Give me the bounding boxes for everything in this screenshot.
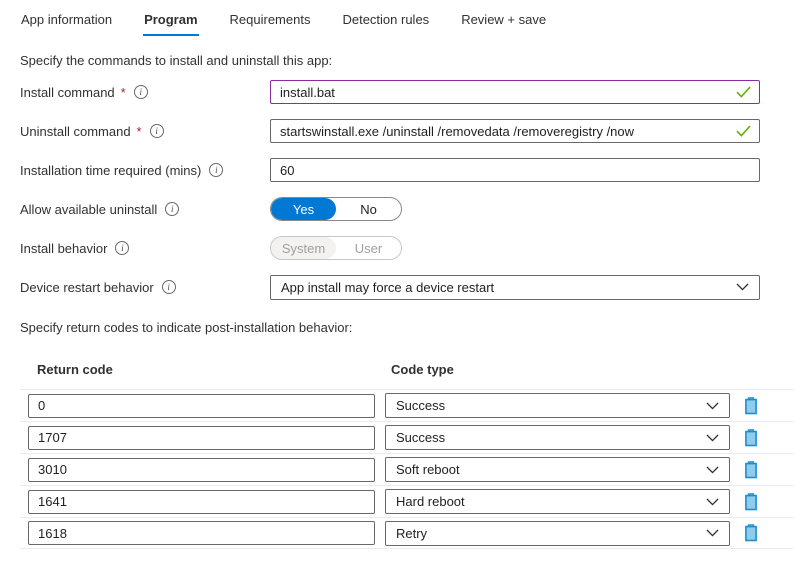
code-type-value: Success [396,430,446,445]
install-command-label: Install command * i [20,85,270,100]
device-restart-behavior-label-text: Device restart behavior [20,279,154,295]
required-marker: * [136,123,142,139]
install-behavior-control: System User [270,236,760,260]
info-icon[interactable]: i [115,241,130,255]
info-icon[interactable]: i [165,202,180,216]
uninstall-command-label: Uninstall command * i [20,124,270,139]
program-form-page: App information Program Requirements Det… [0,0,795,549]
return-codes-table: Return code Code type Success Success [20,362,793,549]
uninstall-command-input[interactable] [270,119,760,143]
delete-row-button[interactable] [743,524,759,542]
delete-row-button[interactable] [743,428,759,447]
code-type-value: Hard reboot [396,494,465,509]
install-behavior-label: Install behavior i [20,241,270,256]
trash-icon [745,460,757,478]
code-type-select[interactable]: Soft reboot [385,457,730,482]
device-restart-behavior-control: App install may force a device restart [270,274,760,300]
tab-program[interactable]: Program [143,10,199,36]
commands-intro-text: Specify the commands to install and unin… [20,53,333,68]
return-code-row: Success [20,389,793,421]
code-type-select[interactable]: Success [385,425,730,450]
allow-available-uninstall-label: Allow available uninstall i [20,202,270,217]
uninstall-command-label-text: Uninstall command [20,123,131,139]
valid-check-icon [736,86,751,98]
info-icon[interactable]: i [149,124,164,138]
trash-icon [745,428,757,446]
chevron-down-icon [706,402,719,410]
code-type-select[interactable]: Retry [385,520,730,546]
info-icon[interactable]: i [161,280,176,294]
toggle-option-user: User [354,240,383,256]
return-code-input[interactable] [28,457,375,482]
required-marker: * [120,84,126,100]
tab-review-save[interactable]: Review + save [460,10,547,34]
allow-available-uninstall-toggle: Yes No [270,197,402,221]
install-time-row: Installation time required (mins) i [20,158,795,182]
delete-row-button[interactable] [743,460,759,479]
code-type-value: Soft reboot [396,462,460,477]
code-type-select[interactable]: Hard reboot [385,489,730,514]
install-time-control [270,158,760,182]
return-code-row: Soft reboot [20,453,793,485]
tab-detection-rules[interactable]: Detection rules [341,10,430,34]
chevron-down-icon [736,283,749,291]
valid-check-icon [736,125,751,137]
code-type-value: Retry [396,525,428,541]
dropdown-selected-value: App install may force a device restart [281,279,495,295]
return-code-column-header: Return code [37,362,113,377]
return-code-input[interactable] [28,489,375,514]
allow-available-uninstall-row: Allow available uninstall i Yes No [20,197,795,221]
info-icon[interactable]: i [209,163,224,177]
toggle-option-no[interactable]: No [336,198,401,220]
toggle-option-system: System [271,237,336,259]
tab-app-information[interactable]: App information [20,10,113,34]
chevron-down-icon [706,466,719,474]
toggle-option-yes[interactable]: Yes [271,198,336,220]
install-behavior-label-text: Install behavior [20,240,108,256]
delete-row-button[interactable] [743,492,759,511]
install-time-input[interactable] [270,158,760,182]
install-command-row: Install command * i [20,80,795,104]
return-code-row: Hard reboot [20,485,793,517]
trash-icon [745,524,757,542]
install-command-label-text: Install command [20,84,115,100]
return-code-row: Success [20,421,793,453]
uninstall-command-control [270,119,760,143]
allow-available-uninstall-control: Yes No [270,197,760,221]
allow-available-uninstall-label-text: Allow available uninstall [20,201,158,217]
device-restart-behavior-label: Device restart behavior i [20,280,270,295]
install-command-input[interactable] [270,80,760,104]
tab-bar: App information Program Requirements Det… [20,10,795,36]
return-code-input[interactable] [28,521,375,545]
chevron-down-icon [706,498,719,506]
delete-row-button[interactable] [743,396,759,415]
device-restart-behavior-row: Device restart behavior i App install ma… [20,274,795,300]
uninstall-command-row: Uninstall command * i [20,119,795,143]
device-restart-behavior-dropdown[interactable]: App install may force a device restart [270,274,760,300]
chevron-down-icon [706,529,719,537]
return-code-input[interactable] [28,425,375,450]
return-codes-intro-text: Specify return codes to indicate post-in… [20,320,353,335]
code-type-column-header: Code type [391,362,454,377]
trash-icon [745,396,757,414]
install-behavior-toggle: System User [270,236,402,260]
return-code-rows: Success Success [20,389,793,549]
install-behavior-row: Install behavior i System User [20,236,795,260]
chevron-down-icon [706,434,719,442]
tab-requirements[interactable]: Requirements [229,10,312,34]
return-code-row: Retry [20,517,793,549]
trash-icon [745,492,757,510]
install-time-label-text: Installation time required (mins) [20,162,202,178]
code-type-value: Success [396,398,446,413]
install-command-control [270,80,760,104]
install-time-label: Installation time required (mins) i [20,163,270,178]
code-type-select[interactable]: Success [385,393,730,418]
info-icon[interactable]: i [133,85,148,99]
return-codes-header-row: Return code Code type [20,362,793,377]
return-code-input[interactable] [28,393,375,418]
